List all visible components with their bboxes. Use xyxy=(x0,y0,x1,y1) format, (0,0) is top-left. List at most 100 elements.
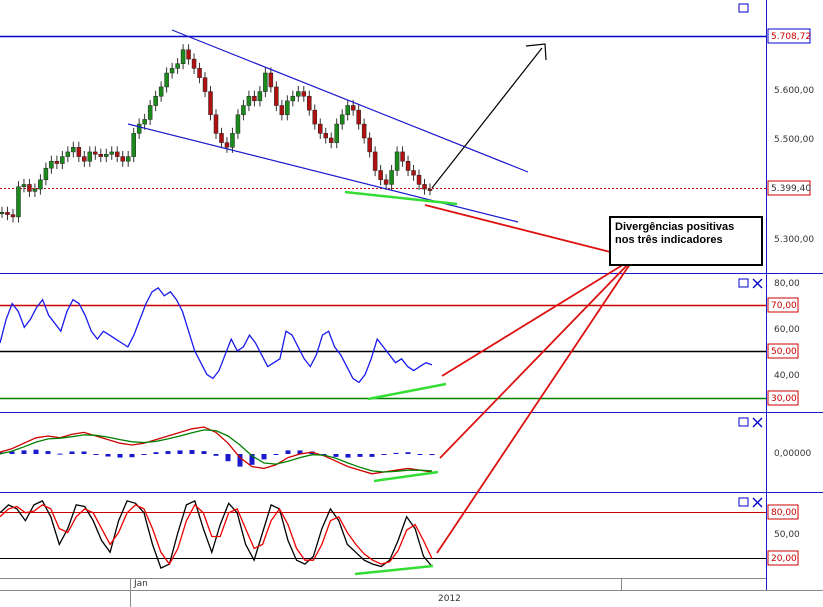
candle-body xyxy=(120,156,125,162)
y-tick-2: 5.300,00 xyxy=(774,235,814,245)
rsi-level-50: 50,00 xyxy=(771,347,797,357)
macd-hist-bar xyxy=(213,454,219,456)
candle-body xyxy=(389,170,394,185)
candle-body xyxy=(153,95,158,106)
maximize-icon[interactable] xyxy=(738,278,749,288)
candle-body xyxy=(136,123,142,134)
macd-line xyxy=(0,426,433,475)
candle-body xyxy=(257,91,263,102)
price-marker-current: 5.399,40 xyxy=(771,184,811,194)
candle-body xyxy=(241,105,246,116)
close-icon[interactable] xyxy=(752,278,763,289)
candle-body xyxy=(147,105,153,120)
macd-hist-bar xyxy=(285,450,291,454)
candle-body xyxy=(0,212,5,215)
candle-body xyxy=(422,184,427,190)
macd-panel: 0,00000 xyxy=(0,417,811,483)
candle-body xyxy=(82,156,87,162)
macd-hist-bar xyxy=(81,451,87,454)
divergence-line-macd xyxy=(373,470,439,483)
candle-body xyxy=(224,142,230,148)
macd-tick-0: 0,00000 xyxy=(774,449,811,459)
candle-body xyxy=(416,174,422,185)
candle-body xyxy=(301,91,307,97)
candle-body xyxy=(296,91,301,97)
stoch-level-20: 20,00 xyxy=(771,554,797,564)
macd-hist-bar xyxy=(45,451,51,454)
macd-histogram xyxy=(0,449,435,467)
candle-body xyxy=(405,160,411,171)
annotation-arrows xyxy=(424,204,637,554)
candle-body xyxy=(76,147,82,157)
macd-hist-bar xyxy=(57,453,63,455)
macd-hist-bar xyxy=(357,454,363,457)
candle-body xyxy=(164,72,169,88)
candle-body xyxy=(10,214,16,218)
maximize-icon[interactable] xyxy=(738,3,749,13)
stoch-tick-0: 50,00 xyxy=(774,530,800,540)
divergence-line-rsi xyxy=(367,382,447,401)
candle-body xyxy=(252,95,257,102)
candle-body xyxy=(16,186,21,218)
candle-body xyxy=(27,184,32,192)
candle-body xyxy=(131,133,136,157)
macd-hist-bar xyxy=(381,454,387,455)
macd-hist-bar xyxy=(333,454,339,457)
close-icon[interactable] xyxy=(752,497,763,508)
price-marker-high: 5.708,72 xyxy=(771,32,811,42)
macd-hist-bar xyxy=(21,450,27,454)
candle-body xyxy=(263,72,268,92)
candle-body xyxy=(197,68,202,78)
candle-body xyxy=(202,77,208,92)
candle-body xyxy=(383,179,389,185)
candle-body xyxy=(104,154,109,157)
stochastic-panel: 50,00 80,00 20,00 xyxy=(0,497,800,576)
candle-body xyxy=(142,119,147,125)
divergence-line-price xyxy=(344,190,458,206)
candle-body xyxy=(350,105,356,111)
candle-body xyxy=(427,188,433,191)
x-axis-year: 2012 xyxy=(438,594,461,604)
candle-body xyxy=(361,123,367,139)
candle-body xyxy=(175,63,180,69)
projection-arrow xyxy=(431,47,543,189)
divergence-line-stochastic xyxy=(354,564,434,576)
macd-hist-bar xyxy=(345,454,351,458)
candle-body xyxy=(328,137,334,143)
maximize-icon[interactable] xyxy=(738,417,749,427)
candle-body xyxy=(378,170,383,181)
macd-hist-bar xyxy=(273,454,279,455)
candle-body xyxy=(21,184,27,188)
maximize-icon[interactable] xyxy=(738,497,749,507)
macd-hist-bar xyxy=(225,454,231,462)
candle-body xyxy=(400,151,405,162)
macd-hist-bar xyxy=(165,451,171,454)
macd-hist-bar xyxy=(369,454,375,457)
close-icon[interactable] xyxy=(752,417,763,428)
projection-arrowhead xyxy=(525,43,547,61)
rsi-level-70: 70,00 xyxy=(771,301,797,311)
macd-hist-bar xyxy=(129,454,135,458)
candle-body xyxy=(290,95,296,102)
macd-hist-bar xyxy=(141,454,147,455)
chart-canvas: 5.600,00 5.500,00 5.300,00 5.708,72 5.39… xyxy=(0,0,823,607)
rsi-panel: 80,00 60,00 40,00 70,00 50,00 30,00 xyxy=(0,278,800,406)
rsi-tick-1: 60,00 xyxy=(774,325,800,335)
candle-body xyxy=(279,105,285,116)
candle-body xyxy=(93,151,98,155)
candle-body xyxy=(219,133,224,143)
macd-hist-bar xyxy=(33,449,39,454)
candle-body xyxy=(208,91,213,116)
annotation-box: Divergências positivas nos três indicado… xyxy=(609,216,763,266)
macd-hist-bar xyxy=(69,451,75,454)
candle-body xyxy=(246,95,252,106)
y-tick-0: 5.600,00 xyxy=(774,86,814,96)
candle-body xyxy=(191,58,197,69)
macd-hist-bar xyxy=(117,454,123,458)
candle-body xyxy=(5,212,10,215)
candle-body xyxy=(43,167,49,181)
candle-body xyxy=(158,86,164,97)
candle-body xyxy=(65,151,71,157)
x-axis-month: Jan xyxy=(133,579,148,589)
channel-upper-line xyxy=(171,29,529,173)
